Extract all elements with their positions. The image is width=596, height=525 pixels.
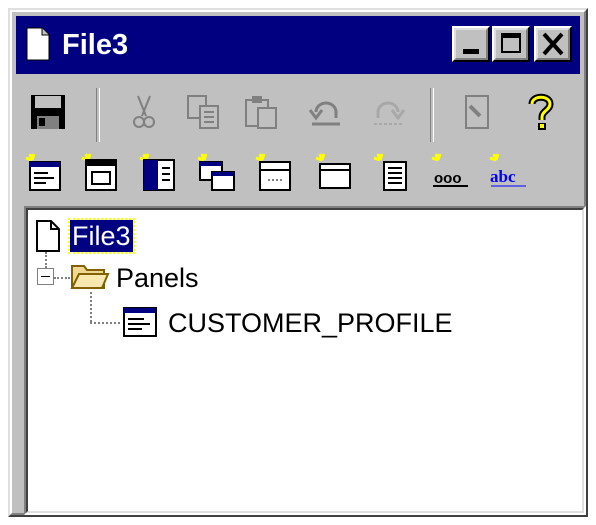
svg-text:abc: abc (490, 167, 516, 186)
new-window-icon[interactable] (80, 152, 120, 192)
close-button[interactable] (534, 26, 572, 62)
maximize-button[interactable] (492, 26, 530, 62)
document-icon (26, 27, 50, 61)
create-toolbar: ooo abc (16, 144, 580, 198)
new-popup-window-icon[interactable] (196, 152, 236, 192)
toolbar-separator (430, 88, 434, 142)
new-record-icon[interactable] (314, 152, 354, 192)
help-icon[interactable] (520, 92, 560, 132)
new-list-icon[interactable] (372, 152, 412, 192)
close-icon (542, 32, 564, 56)
tree-node-panel[interactable]: CUSTOMER_PROFILE (168, 307, 453, 339)
tree-connector (90, 322, 120, 324)
svg-text:ooo: ooo (434, 170, 462, 187)
toolbar-separator (96, 88, 100, 142)
open-folder-icon (70, 265, 110, 289)
properties-icon[interactable] (456, 92, 496, 132)
cut-icon[interactable] (124, 92, 164, 132)
standard-toolbar (16, 84, 580, 144)
new-format-icon[interactable]: ooo (430, 152, 470, 192)
window-title: File3 (62, 29, 129, 61)
new-menu-bar-icon[interactable] (254, 152, 294, 192)
maximize-icon (501, 33, 521, 53)
minimize-icon (463, 49, 479, 54)
save-icon[interactable] (28, 92, 68, 132)
tree-connector (45, 252, 47, 268)
tree-node-folder[interactable]: Panels (116, 262, 199, 294)
tree-connector (54, 277, 70, 279)
tree-connector (90, 292, 92, 322)
copy-icon[interactable] (184, 92, 224, 132)
panel-icon (123, 307, 157, 337)
new-text-icon[interactable]: abc (488, 152, 528, 192)
undo-icon[interactable] (306, 92, 346, 132)
tree-node-root[interactable]: File3 (68, 218, 135, 254)
minimize-button[interactable] (452, 26, 490, 62)
paste-icon[interactable] (242, 92, 282, 132)
new-panel-icon[interactable] (24, 152, 64, 192)
collapse-toggle[interactable] (37, 268, 54, 285)
document-icon (36, 220, 60, 252)
redo-icon[interactable] (368, 92, 408, 132)
app-window: File3 ooo abc File3 Panels CUSTOMER_PROF… (8, 8, 588, 517)
tree-view[interactable]: File3 Panels CUSTOMER_PROFILE (24, 206, 586, 515)
title-bar[interactable]: File3 (16, 16, 580, 74)
new-menu-icon[interactable] (138, 152, 178, 192)
